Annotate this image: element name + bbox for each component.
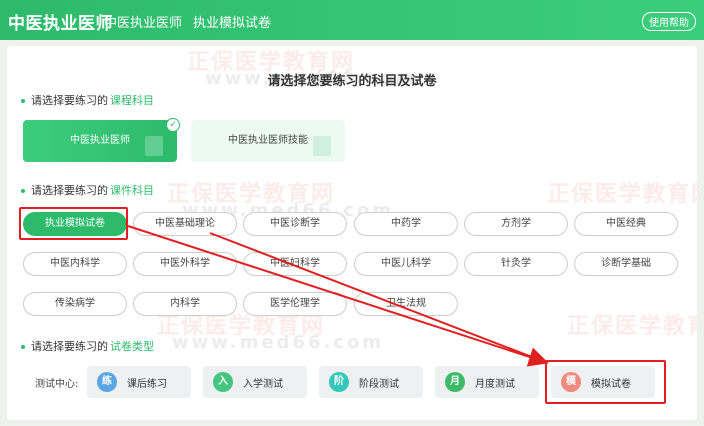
annotation-arrows (127, 225, 549, 367)
annotation-arrow (209, 232, 546, 363)
annotation-arrow (127, 225, 549, 367)
